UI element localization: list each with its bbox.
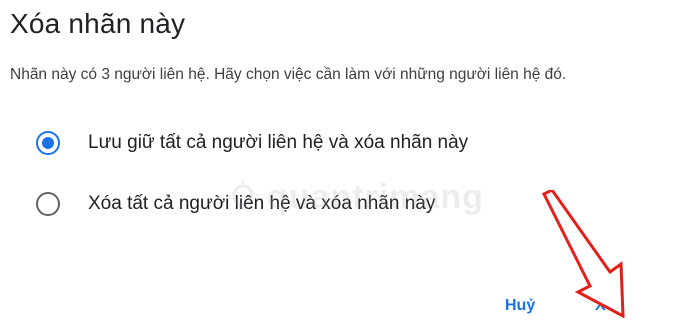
dialog-title: Xóa nhãn này — [10, 8, 186, 39]
delete-label-dialog: Xóa nhãn này Nhãn này có 3 người liên hệ… — [0, 0, 682, 320]
radio-delete-contacts[interactable] — [36, 192, 60, 216]
option-keep-contacts[interactable]: Lưu giữ tất cả người liên hệ và xóa nhãn… — [36, 131, 468, 155]
radio-keep-contacts[interactable] — [36, 131, 60, 155]
option-delete-contacts[interactable]: Xóa tất cả người liên hệ và xóa nhãn này — [36, 192, 435, 216]
cancel-button[interactable]: Huỷ — [505, 297, 535, 315]
delete-button[interactable]: Xóa — [595, 297, 624, 315]
option-delete-contacts-label: Xóa tất cả người liên hệ và xóa nhãn này — [88, 193, 436, 214]
option-keep-contacts-label: Lưu giữ tất cả người liên hệ và xóa nhãn… — [88, 132, 469, 153]
dialog-description: Nhãn này có 3 người liên hệ. Hãy chọn vi… — [10, 66, 567, 83]
